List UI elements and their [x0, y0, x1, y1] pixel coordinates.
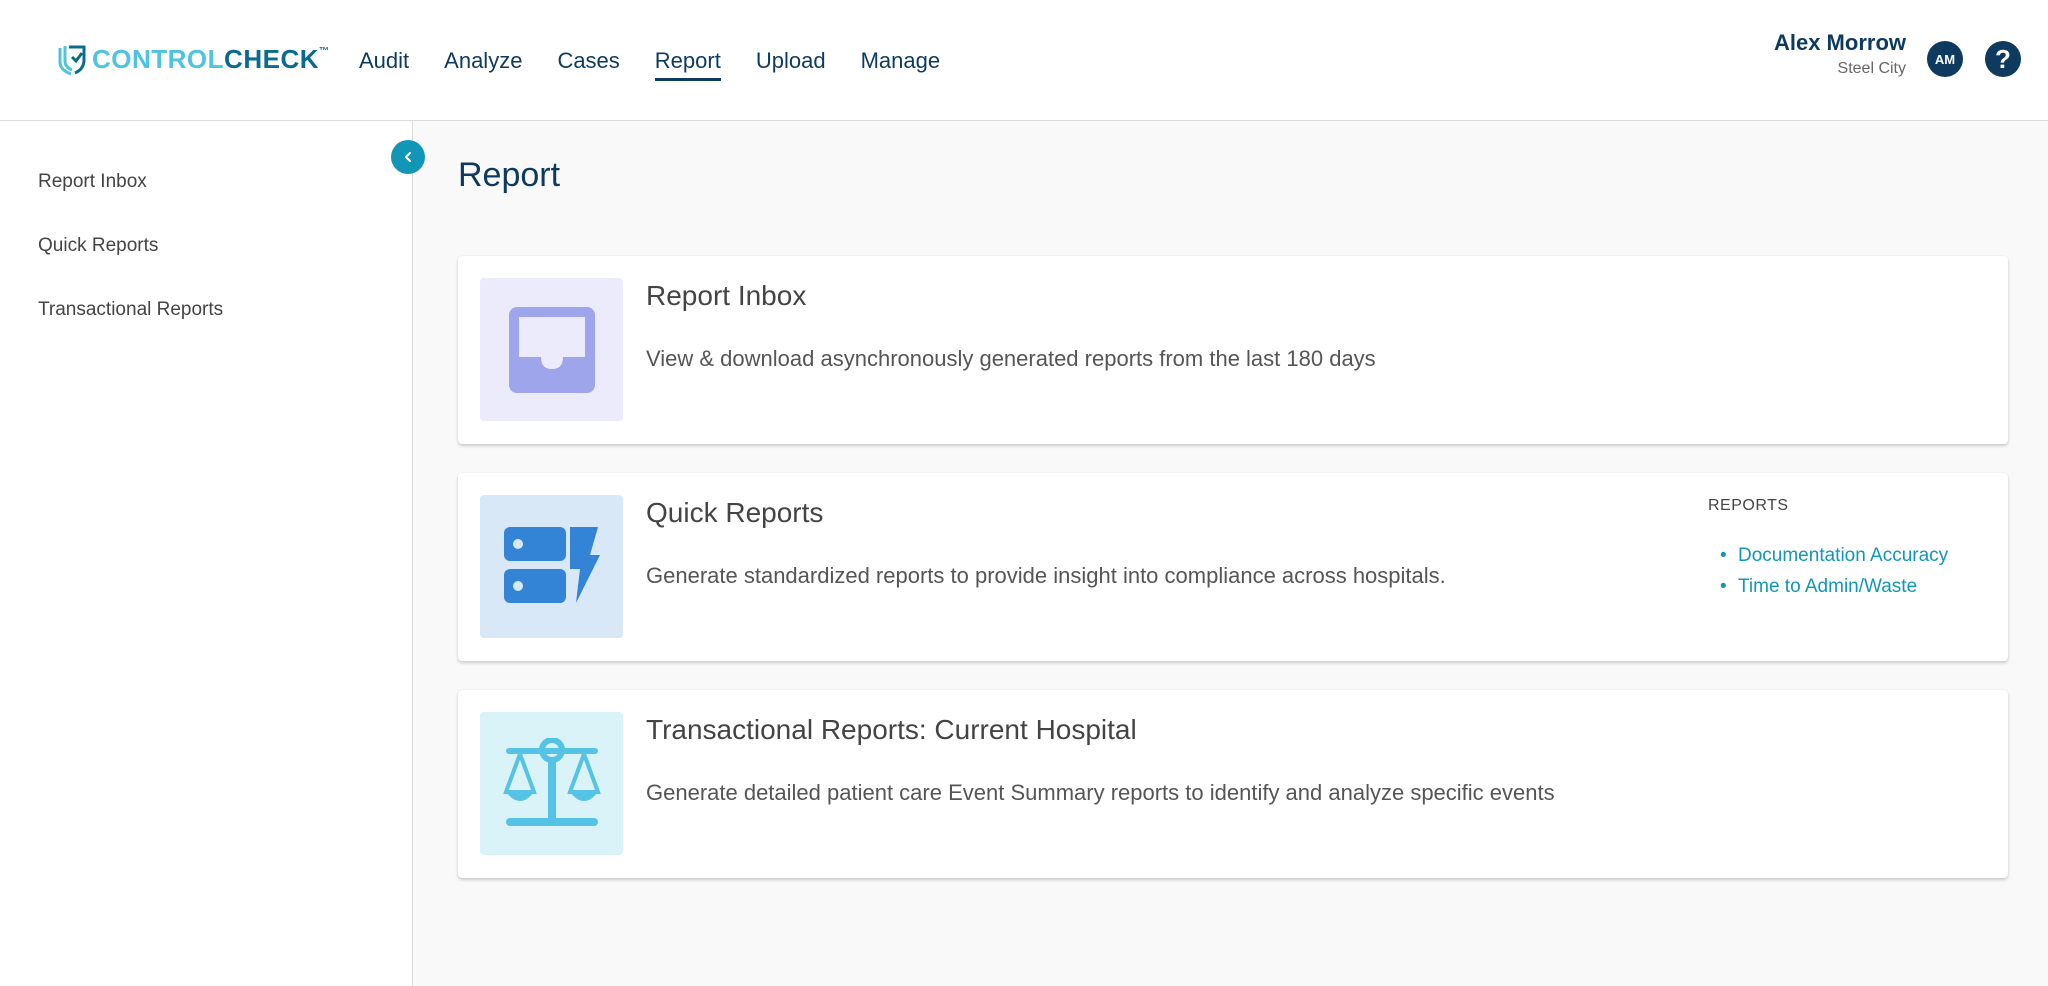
nav-upload[interactable]: Upload [756, 0, 826, 121]
nav-manage[interactable]: Manage [861, 0, 941, 121]
card-title: Report Inbox [646, 280, 807, 311]
sidebar-collapse-button[interactable] [391, 140, 425, 174]
quick-reports-card[interactable]: Quick Reports Generate standardized repo… [458, 473, 2008, 661]
sidebar: Report Inbox Quick Reports Transactional… [0, 121, 413, 986]
user-name: Alex Morrow [1773, 30, 1906, 55]
top-header: CONTROLCHECK™ Audit Analyze Cases Report… [0, 0, 2048, 121]
card-title: Transactional Reports: Current Hospital [646, 714, 1137, 745]
card-description: Generate detailed patient care Event Sum… [646, 780, 1555, 805]
reports-label: REPORTS [1708, 497, 1789, 514]
reports-list: Documentation Accuracy Time to Admin/Was… [1720, 545, 1948, 607]
scale-icon [502, 737, 601, 826]
main-nav: Audit Analyze Cases Report Upload Manage [359, 0, 975, 121]
inbox-icon [508, 306, 595, 393]
card-icon-box [480, 495, 623, 638]
user-info[interactable]: Alex Morrow Steel City [1774, 30, 1906, 78]
report-inbox-card[interactable]: Report Inbox View & download asynchronou… [458, 256, 2008, 444]
card-icon-box [480, 712, 623, 855]
nav-report[interactable]: Report [654, 0, 721, 121]
report-link-documentation-accuracy[interactable]: Documentation Accuracy [1720, 545, 1948, 567]
nav-cases[interactable]: Cases [557, 0, 619, 121]
quick-report-icon [503, 526, 600, 603]
card-description: View & download asynchronously generated… [646, 346, 1376, 371]
logo-text: CONTROLCHECK™ [92, 43, 330, 74]
card-icon-box [480, 278, 623, 421]
card-title: Quick Reports [646, 497, 824, 528]
help-icon[interactable]: ? [1985, 41, 2021, 77]
sidebar-item-quick-reports[interactable]: Quick Reports [38, 235, 158, 257]
shield-check-icon [58, 45, 86, 76]
chevron-left-icon [405, 152, 411, 162]
transactional-reports-card[interactable]: Transactional Reports: Current Hospital … [458, 690, 2008, 878]
sidebar-item-transactional-reports[interactable]: Transactional Reports [38, 299, 223, 321]
controlcheck-logo[interactable]: CONTROLCHECK™ [54, 41, 330, 77]
page-title: Report [458, 156, 561, 194]
avatar[interactable]: AM [1927, 41, 1963, 77]
sidebar-item-report-inbox[interactable]: Report Inbox [38, 171, 147, 193]
report-link-time-to-admin-waste[interactable]: Time to Admin/Waste [1720, 576, 1948, 598]
card-description: Generate standardized reports to provide… [646, 563, 1446, 588]
user-location: Steel City [1837, 60, 1906, 77]
nav-analyze[interactable]: Analyze [444, 0, 522, 121]
nav-audit[interactable]: Audit [359, 0, 409, 121]
